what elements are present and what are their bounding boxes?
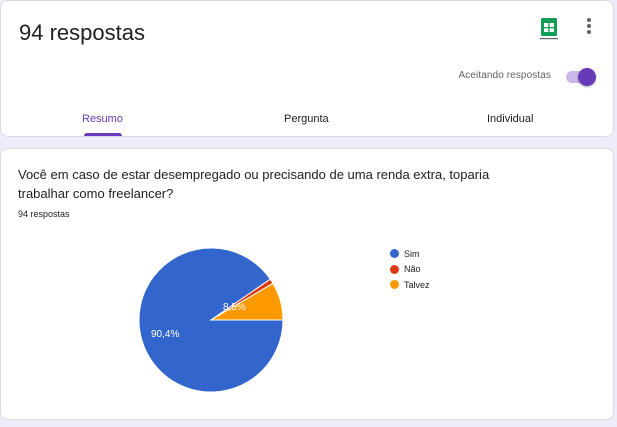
pie-chart: 90,4% 8,5% — [138, 248, 284, 393]
responses-count-title: 94 respostas — [19, 20, 145, 45]
accepting-responses-toggle[interactable] — [566, 68, 598, 86]
tab-individual[interactable]: Individual — [487, 113, 533, 125]
legend-swatch — [390, 280, 399, 290]
chart-legend: Sim Não Talvez — [390, 246, 430, 293]
tab-resumo[interactable]: Resumo — [82, 113, 123, 125]
legend-label: Não — [404, 264, 421, 275]
summary-header-card: 94 respostas Aceitando respostas Resumo … — [0, 0, 614, 137]
legend-label: Talvez — [404, 279, 430, 290]
active-tab-indicator — [84, 133, 122, 136]
legend-swatch — [390, 249, 399, 259]
legend-item-não[interactable]: Não — [390, 262, 430, 278]
toggle-thumb — [578, 68, 596, 86]
question-title: Você em caso de estar desempregado ou pr… — [18, 167, 490, 201]
legend-item-talvez[interactable]: Talvez — [390, 277, 430, 293]
accepting-responses-label: Aceitando respostas — [458, 70, 551, 81]
pie-label-talvez: 8,5% — [223, 302, 246, 313]
legend-item-sim[interactable]: Sim — [390, 246, 430, 262]
legend-label: Sim — [404, 248, 420, 259]
google-sheets-icon[interactable] — [540, 18, 558, 40]
legend-swatch — [390, 264, 399, 274]
pie-label-sim: 90,4% — [151, 329, 179, 340]
more-vert-icon[interactable] — [581, 15, 597, 37]
question-response-count: 94 respostas — [18, 209, 70, 219]
tab-pergunta[interactable]: Pergunta — [284, 113, 329, 125]
